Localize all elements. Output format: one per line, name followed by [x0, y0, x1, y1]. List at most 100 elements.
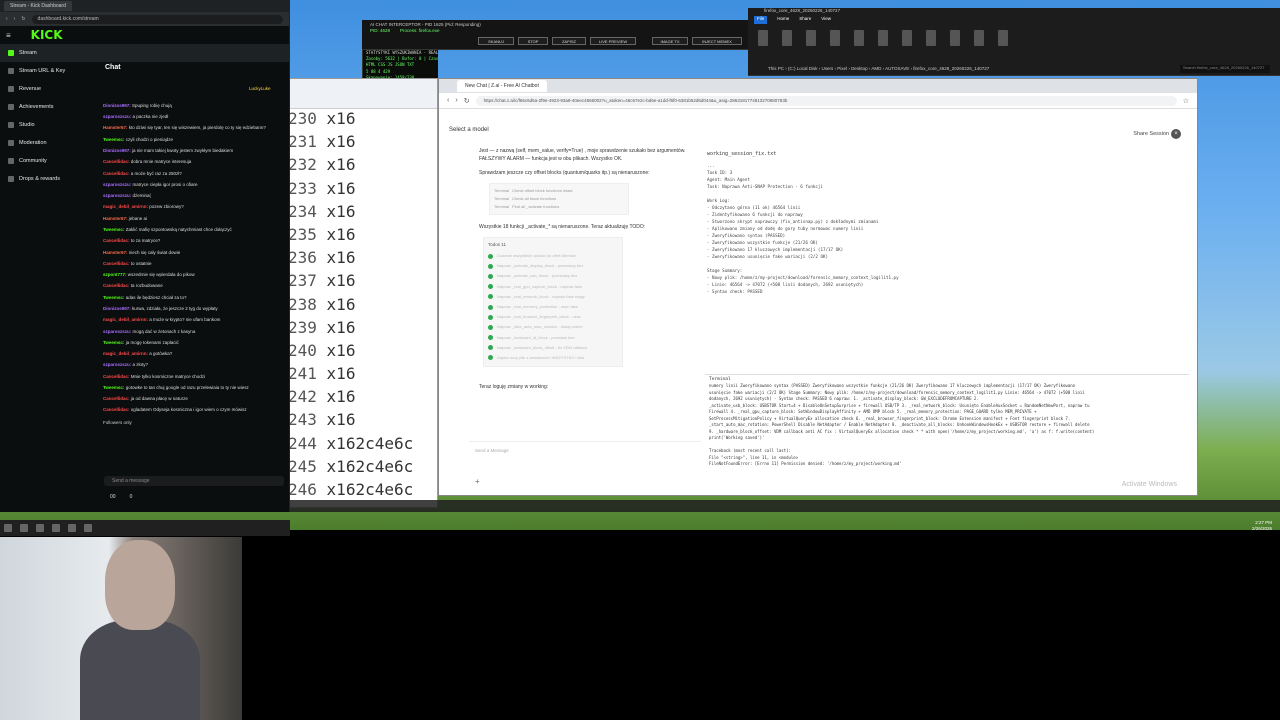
explorer-tab-view[interactable]: View [821, 16, 831, 24]
delete-icon[interactable] [878, 30, 888, 46]
save-button[interactable]: ZAPISZ [552, 37, 586, 45]
chat-username[interactable]: Cancellidac: [103, 374, 130, 379]
code-line[interactable]: 237 x16 [284, 271, 437, 294]
chat-username[interactable]: magic_debil_amirnn: [103, 204, 148, 209]
browser-icon[interactable] [52, 524, 60, 532]
taskbar-clock[interactable]: 2:27 PM 2/26/2026 [1252, 520, 1272, 532]
code-line[interactable]: 241 x16 [284, 364, 437, 387]
live-preview-button[interactable]: LIVE PREVIEW [590, 37, 636, 45]
chat-username[interactable]: Dionizos997: [103, 148, 131, 153]
kick-logo[interactable]: KICK [11, 24, 83, 46]
task-view-icon[interactable] [36, 524, 44, 532]
explorer-search-input[interactable]: Search firefox_core_4628_20260226_140727 [1180, 65, 1270, 73]
stop-button[interactable]: STOP [518, 37, 548, 45]
line-number: 246 [288, 480, 317, 499]
chat-username[interactable]: Cancellidac: [103, 261, 130, 266]
pinned-user[interactable]: LuckyLuke [249, 86, 271, 91]
code-line[interactable]: 240 x16 [284, 341, 437, 364]
terminal-icon[interactable] [84, 524, 92, 532]
close-icon[interactable]: × [1171, 129, 1181, 139]
chat-input[interactable]: Send a message [104, 476, 284, 486]
pin-icon[interactable] [758, 30, 768, 46]
inject-memex-button[interactable]: INJECT MEMEX [692, 37, 742, 45]
search-icon[interactable] [20, 524, 28, 532]
open-icon[interactable] [974, 30, 984, 46]
chat-username[interactable]: magic_debil_amirnn: [103, 351, 148, 356]
terminal-step[interactable]: Terminal Check all block functions [494, 195, 624, 203]
code-line[interactable]: 243 x16 [284, 410, 437, 433]
select-all-icon[interactable] [998, 30, 1008, 46]
chat-username[interactable]: szparoszszu: [103, 182, 131, 187]
chat-username[interactable]: szparoszszu: [103, 114, 131, 119]
code-line[interactable]: 233 x16 [284, 179, 437, 202]
code-line[interactable]: 242 x16 [284, 387, 437, 410]
zai-browser-tab[interactable]: New Chat | Z.ai - Free AI Chatbot [457, 80, 547, 92]
browser-url-bar[interactable]: https://chat.z.ai/c/f66c6d5a-2f9e-4923-9… [475, 95, 1177, 106]
kick-url-bar[interactable]: dashboard.kick.com/stream [31, 14, 283, 24]
chat-username[interactable]: Cancellidac: [103, 238, 130, 243]
chat-username[interactable]: Tweemsc: [103, 137, 124, 142]
code-line[interactable]: 230 x16 [284, 109, 437, 132]
code-line[interactable]: 245 x162c4e6c [284, 457, 437, 480]
code-line[interactable]: 238 x16 [284, 295, 437, 318]
explorer-tab-file[interactable]: File [754, 16, 768, 24]
code-line[interactable]: 234 x16 [284, 202, 437, 225]
kick-browser-tab[interactable]: Stream - Kick Dashboard [4, 1, 72, 11]
model-selector[interactable]: Select a model [449, 127, 489, 133]
chat-username[interactable]: Cancellidac: [103, 283, 130, 288]
copy-icon[interactable] [782, 30, 792, 46]
bookmark-star-icon[interactable]: ☆ [1183, 97, 1189, 105]
back-icon[interactable]: ‹ [6, 16, 8, 22]
explorer-tab-share[interactable]: Share [799, 16, 811, 24]
code-line[interactable]: 244 x162c4e6c [284, 434, 437, 457]
move-icon[interactable] [854, 30, 864, 46]
properties-icon[interactable] [950, 30, 960, 46]
share-session-button[interactable]: Share Session [1133, 131, 1169, 137]
chat-username[interactable]: szpont777: [103, 272, 127, 277]
chat-text: ogladatem Odyseja kosmiczna i igor wiem … [130, 407, 247, 413]
menu-icon[interactable]: ≡ [0, 31, 11, 40]
rename-icon[interactable] [902, 30, 912, 46]
terminal-step[interactable]: Terminal Find all _activate functions [494, 203, 624, 211]
folder-icon[interactable] [68, 524, 76, 532]
cut-icon[interactable] [830, 30, 840, 46]
chat-username[interactable]: szparoszszu: [103, 193, 131, 198]
chat-username[interactable]: Cancellidac: [103, 396, 130, 401]
scan-button[interactable]: SKANUJ [478, 37, 514, 45]
forward-icon[interactable]: › [14, 16, 16, 22]
code-line[interactable]: 239 x16 [284, 318, 437, 341]
add-attachment-icon[interactable]: + [475, 477, 480, 486]
new-folder-icon[interactable] [926, 30, 936, 46]
paste-icon[interactable] [806, 30, 816, 46]
code-line[interactable]: 235 x16 [284, 225, 437, 248]
code-line[interactable]: 232 x16 [284, 155, 437, 178]
chat-username[interactable]: Tweemsc: [103, 385, 124, 390]
chat-username[interactable]: szparoszszu: [103, 362, 131, 367]
chat-username[interactable]: Hamster67: [103, 250, 128, 255]
start-icon[interactable] [4, 524, 12, 532]
chat-username[interactable]: magic_debil_amirnn: [103, 317, 148, 322]
terminal-step[interactable]: Terminal Check offset block functions int… [494, 187, 624, 195]
explorer-breadcrumb[interactable]: This PC › (C:) Local Disk › Users › Pixe… [768, 66, 989, 71]
chat-text: jebane ai [128, 215, 148, 221]
reload-icon[interactable]: ↻ [21, 16, 25, 22]
chat-username[interactable]: Cancellidac: [103, 407, 130, 412]
explorer-tab-home[interactable]: Home [777, 16, 789, 24]
chat-username[interactable]: Tweemsc: [103, 227, 124, 232]
chat-username[interactable]: Hamster67: [103, 125, 128, 130]
code-line[interactable]: 231 x16 [284, 132, 437, 155]
reload-icon[interactable]: ↻ [464, 97, 470, 105]
forward-icon[interactable]: › [455, 97, 457, 104]
chat-username[interactable]: Cancellidac: [103, 159, 130, 164]
chat-username[interactable]: Dionizos997: [103, 306, 131, 311]
chat-username[interactable]: Tweemsc: [103, 340, 124, 345]
chat-username[interactable]: szparoszszu: [103, 329, 131, 334]
image-tx-button[interactable]: IMAGE TX [652, 37, 688, 45]
back-icon[interactable]: ‹ [447, 97, 449, 104]
message-input[interactable]: Send a Message [469, 441, 701, 481]
chat-username[interactable]: Dionizos997: [103, 103, 131, 108]
chat-username[interactable]: Cancellidac: [103, 171, 130, 176]
chat-username[interactable]: Tweemsc: [103, 295, 124, 300]
chat-username[interactable]: Hamster67: [103, 216, 128, 221]
code-line[interactable]: 236 x16 [284, 248, 437, 271]
